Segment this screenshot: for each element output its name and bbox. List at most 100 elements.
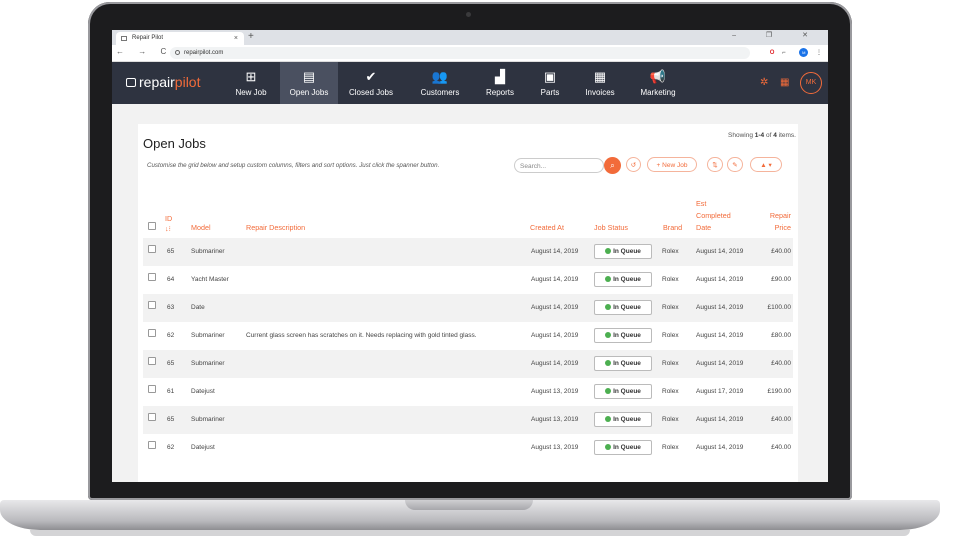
row-created-at: August 14, 2019 — [531, 360, 579, 367]
repairpilot-logo[interactable]: repairpilot — [126, 74, 200, 90]
browser-tab[interactable]: Repair Pilot × — [116, 32, 244, 45]
row-checkbox[interactable] — [148, 266, 156, 294]
sort-button[interactable]: ⇅ — [707, 157, 723, 172]
nav-item-open-jobs[interactable]: ▤ Open Jobs — [280, 62, 338, 104]
row-repair-description: Current glass screen has scratches on it… — [246, 332, 477, 339]
column-repair-description[interactable]: Repair Description — [246, 222, 305, 234]
url-text: repairpilot.com — [184, 50, 224, 56]
select-all-checkbox[interactable] — [148, 222, 156, 234]
status-dot-icon — [605, 304, 612, 310]
table-row[interactable]: 65 Submariner August 14, 2019 Rolex August 1… — [143, 238, 793, 266]
column-model[interactable]: Model — [191, 222, 211, 234]
table-row[interactable]: 64 Yacht Master August 14, 2019 Rolex August… — [143, 266, 793, 294]
row-checkbox[interactable] — [148, 294, 156, 322]
row-model: Date — [191, 304, 205, 311]
row-repair-price: £190.00 — [767, 388, 792, 395]
table-row[interactable]: 65 Submariner August 13, 2019 Rolex August 1… — [143, 406, 793, 434]
row-checkbox[interactable] — [148, 378, 156, 406]
table-row[interactable]: 62 Submariner Current glass screen has scr… — [143, 322, 793, 350]
status-badge[interactable]: In Queue — [594, 440, 652, 455]
pagination-summary: Showing 1-4 of 4 items. — [728, 132, 796, 139]
sort-icon: ⇅ — [712, 162, 718, 169]
grid-helper-text: Customise the grid below and setup custo… — [147, 162, 440, 169]
nav-item-reports[interactable]: ▟ Reports — [474, 62, 526, 104]
status-badge[interactable]: In Queue — [594, 244, 652, 259]
row-checkbox[interactable] — [148, 406, 156, 434]
search-button[interactable]: ⌕ — [604, 157, 621, 174]
status-badge[interactable]: In Queue — [594, 356, 652, 371]
apps-grid-icon[interactable]: ▦ — [780, 77, 789, 88]
row-model: Submariner — [191, 332, 225, 339]
row-id: 62 — [167, 444, 175, 451]
nav-item-invoices[interactable]: ▦ Invoices — [576, 62, 624, 104]
opera-extension-icon[interactable]: O — [770, 50, 775, 56]
clipboard-check-icon: ✔ — [365, 69, 377, 84]
row-checkbox[interactable] — [148, 322, 156, 350]
settings-cogs-icon[interactable]: ✲ — [760, 77, 768, 88]
app-header: repairpilot ⊞ New Job ▤ Open Jobs ✔ Closed Jo… — [112, 62, 828, 104]
table-header: ID ↓⁝ Model Repair Description Created At… — [143, 199, 793, 239]
reset-button[interactable]: ↺ — [626, 157, 641, 172]
browser-menu-icon[interactable]: ⋮ — [816, 49, 822, 56]
nav-item-customers[interactable]: 👥 Customers — [410, 62, 470, 104]
row-repair-price: £80.00 — [771, 332, 791, 339]
row-brand: Rolex — [662, 444, 679, 451]
row-brand: Rolex — [662, 248, 679, 255]
row-id: 65 — [167, 416, 175, 423]
column-id[interactable]: ID ↓⁝ — [165, 214, 172, 234]
table-row[interactable]: 65 Submariner August 14, 2019 Rolex August 1… — [143, 350, 793, 378]
table-row[interactable]: 63 Date August 14, 2019 Rolex August 14, 201… — [143, 294, 793, 322]
column-est-completed-date[interactable]: Est Completed Date — [696, 198, 731, 234]
nav-item-closed-jobs[interactable]: ✔ Closed Jobs — [338, 62, 404, 104]
column-repair-price[interactable]: Repair Price — [753, 210, 791, 234]
table-row[interactable]: 61 Datejust August 13, 2019 Rolex August 17,… — [143, 378, 793, 406]
row-checkbox[interactable] — [148, 238, 156, 266]
column-brand[interactable]: Brand — [663, 222, 682, 234]
profile-icon[interactable]: M — [793, 48, 809, 57]
status-badge[interactable]: In Queue — [594, 328, 652, 343]
row-brand: Rolex — [662, 332, 679, 339]
window-controls[interactable]: – ❐ ✕ — [732, 31, 822, 39]
nav-item-label: New Job — [235, 88, 267, 97]
spanner-button[interactable]: ✎ — [727, 157, 743, 172]
site-info-icon[interactable] — [175, 50, 180, 55]
user-avatar[interactable]: MK — [800, 72, 822, 94]
undo-icon: ↺ — [630, 162, 637, 169]
row-est-completed-date: August 14, 2019 — [696, 276, 744, 283]
table-row[interactable]: 62 Datejust August 13, 2019 Rolex August 14,… — [143, 434, 793, 462]
new-tab-button[interactable]: + — [248, 31, 254, 42]
row-id: 65 — [167, 360, 175, 367]
new-job-button[interactable]: + New Job — [647, 157, 697, 172]
open-jobs-panel: Open Jobs Showing 1-4 of 4 items. Custom… — [138, 124, 798, 482]
status-badge[interactable]: In Queue — [594, 272, 652, 287]
tab-close-icon[interactable]: × — [234, 32, 238, 45]
nav-item-parts[interactable]: ▣ Parts — [530, 62, 570, 104]
column-job-status[interactable]: Job Status — [594, 222, 628, 234]
url-field[interactable]: repairpilot.com — [170, 47, 750, 59]
row-id: 62 — [167, 332, 175, 339]
clipboard-icon: ▤ — [302, 69, 316, 84]
user-filter-dropdown[interactable]: ▲ ▾ — [750, 157, 782, 172]
laptop-mockup: Repair Pilot × + – ❐ ✕ ← → C repairpilot… — [0, 0, 960, 553]
nav-item-marketing[interactable]: 📢 Marketing — [630, 62, 686, 104]
key-extension-icon[interactable]: ⌐ — [782, 50, 786, 56]
row-model: Yacht Master — [191, 276, 229, 283]
search-input[interactable]: Search... — [514, 158, 604, 173]
column-created-at[interactable]: Created At — [530, 222, 564, 234]
row-est-completed-date: August 14, 2019 — [696, 304, 744, 311]
status-badge[interactable]: In Queue — [594, 384, 652, 399]
status-badge[interactable]: In Queue — [594, 300, 652, 315]
row-checkbox[interactable] — [148, 434, 156, 462]
browser-nav-buttons[interactable]: ← → C — [116, 47, 172, 56]
row-created-at: August 13, 2019 — [531, 416, 579, 423]
plus-square-icon: ⊞ — [245, 69, 257, 84]
status-badge[interactable]: In Queue — [594, 412, 652, 427]
row-brand: Rolex — [662, 360, 679, 367]
nav-item-new-job[interactable]: ⊞ New Job — [222, 62, 280, 104]
row-checkbox[interactable] — [148, 350, 156, 378]
row-created-at: August 13, 2019 — [531, 444, 579, 451]
row-model: Datejust — [191, 444, 215, 451]
row-repair-price: £40.00 — [771, 416, 791, 423]
row-created-at: August 14, 2019 — [531, 304, 579, 311]
tab-title: Repair Pilot — [132, 35, 164, 41]
